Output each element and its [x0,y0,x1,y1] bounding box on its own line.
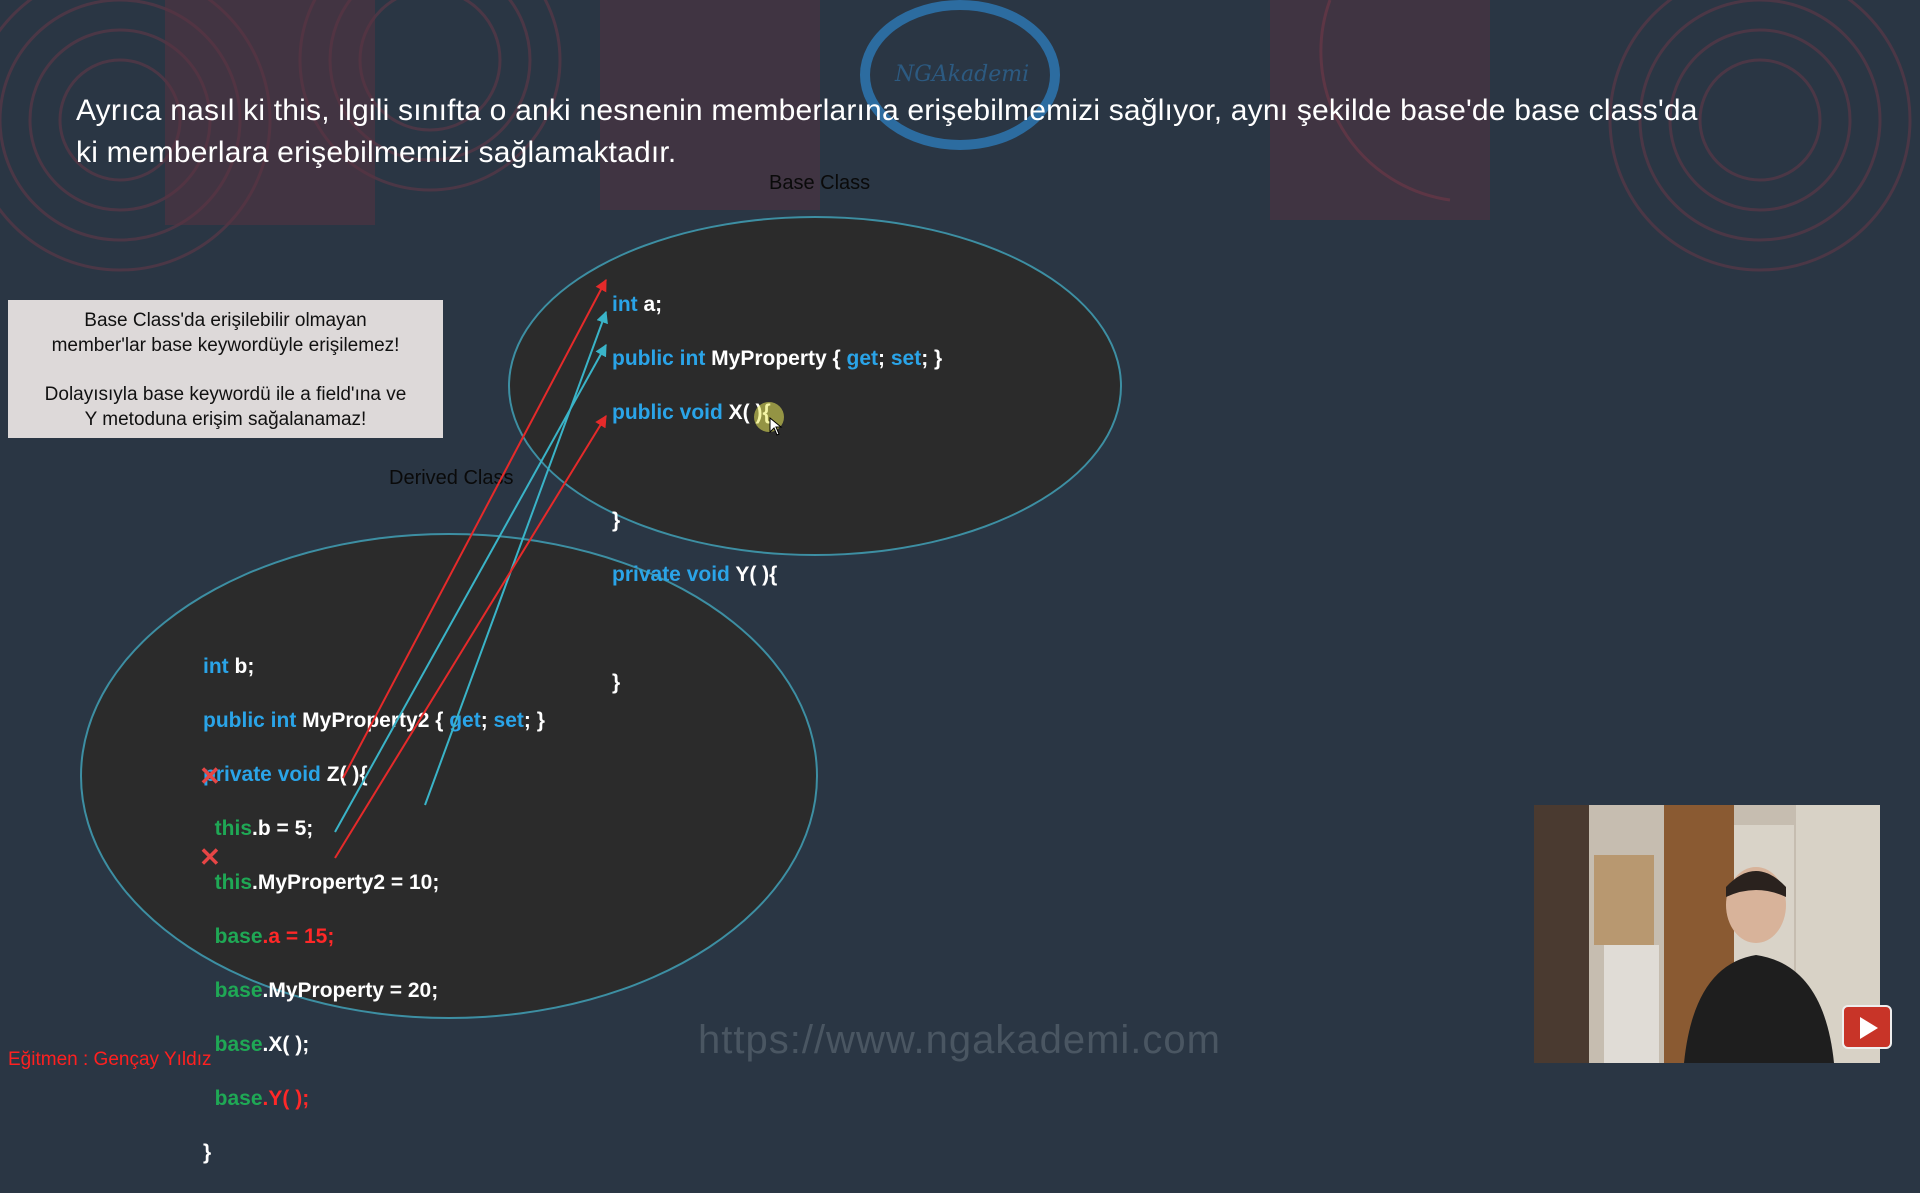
play-triangle-icon [1860,1017,1878,1039]
arrow-base-property-to-myproperty [424,310,608,806]
youtube-play-icon[interactable] [1842,1005,1892,1049]
arrow-base-x-to-method-x [334,343,607,833]
instructor-caption: Eğitmen : Gençay Yıldız [8,1049,212,1070]
mouse-cursor-icon [754,402,784,436]
website-url: https://www.ngakademi.com [698,1018,1221,1062]
arrow-base-y-to-method-y [334,414,607,859]
derived-code-line-close-z: } [203,1141,212,1164]
arrow-base-a-to-field-a [342,278,607,779]
derived-code-line-base-y: base.Y( ); [214,1087,310,1110]
instructor-webcam [1534,805,1880,1063]
webcam-scene [1534,805,1880,1063]
